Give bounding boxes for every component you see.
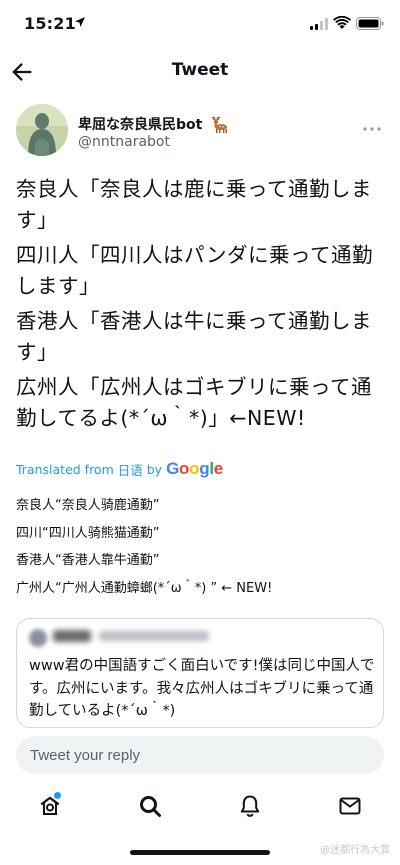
more-dots-icon [363, 127, 381, 131]
tweet-text: 奈良人「奈良人は鹿に乗って通勤します」 四川人「四川人はパンダに乗って通勤します… [16, 174, 388, 438]
quoted-tweet-text: www君の中国語すごく面白いです!僕は同じ中国人です。広州にいます。我々広州人は… [29, 658, 375, 719]
quoted-tweet-header [29, 629, 369, 647]
battery-icon [356, 17, 384, 30]
top-nav: Tweet [0, 48, 400, 96]
search-icon [140, 796, 161, 817]
reply-bar[interactable] [16, 736, 384, 774]
cellular-signal-icon [310, 18, 328, 30]
avatar-image [16, 104, 68, 156]
location-arrow-icon [75, 17, 85, 27]
tweet-line: 広州人「広州人はゴキブリに乗って通勤してるよ(*´ω｀*)」←NEW! [16, 375, 372, 430]
tweet-line: 四川人「四川人はパンダに乗って通勤します」 [16, 243, 373, 298]
translation-line: 香港人“香港人靠牛通勤” [16, 553, 160, 568]
messages-mail-icon [339, 797, 361, 815]
author-handle[interactable]: @nntnarabot [78, 134, 170, 150]
tab-home[interactable] [38, 792, 66, 822]
notification-dot [54, 792, 61, 799]
google-logo: Google [166, 459, 223, 478]
quoted-tweet[interactable]: www君の中国語すごく面白いです!僕は同じ中国人です。広州にいます。我々広州人は… [16, 618, 384, 728]
translated-by-label: by [146, 461, 163, 477]
tab-search[interactable] [138, 794, 166, 822]
translated-from-attribution[interactable]: Translated from 日语 by Google [16, 459, 223, 479]
tweet-line: 奈良人「奈良人は鹿に乗って通勤します」 [16, 177, 372, 232]
watermark: @迷都行為大賞 [320, 845, 390, 856]
bottom-tab-bar [0, 788, 400, 828]
translated-from-label: Translated from [16, 461, 114, 477]
translation-line: 四川“四川人骑熊猫通勤” [16, 525, 160, 541]
reply-input[interactable] [16, 736, 384, 774]
translation-line: 奈良人“奈良人骑鹿通勤” [16, 498, 160, 513]
avatar[interactable] [16, 104, 68, 156]
translated-language: 日语 [117, 462, 143, 478]
translation-line: 广州人“广州人通勤蟑螂(*´ω｀*) ” ← NEW! [16, 580, 273, 596]
tweet-line: 香港人「香港人は牛に乗って通勤します」 [16, 309, 372, 364]
deer-emoji-icon [211, 116, 228, 133]
tweet-author: 卑屈な奈良県民bot @nntnarabot [16, 104, 386, 160]
quoted-name-blurred [53, 630, 91, 642]
quoted-handle-blurred [99, 631, 209, 641]
author-name[interactable]: 卑屈な奈良県民bot [78, 114, 229, 134]
author-name-text: 卑屈な奈良県民bot [78, 117, 203, 133]
wifi-icon [333, 16, 351, 29]
notifications-bell-icon [240, 795, 260, 817]
status-bar: 15:21 [0, 0, 400, 48]
more-options-button[interactable] [362, 118, 382, 131]
home-indicator[interactable] [130, 850, 270, 855]
translation-text: 奈良人“奈良人骑鹿通勤” 四川“四川人骑熊猫通勤” 香港人“香港人靠牛通勤” 广… [16, 492, 388, 602]
quoted-avatar-blurred [29, 629, 47, 647]
page-title: Tweet [171, 60, 229, 80]
tab-messages[interactable] [338, 794, 366, 822]
tab-notifications[interactable] [238, 794, 266, 822]
status-time: 15:21 [24, 14, 76, 33]
